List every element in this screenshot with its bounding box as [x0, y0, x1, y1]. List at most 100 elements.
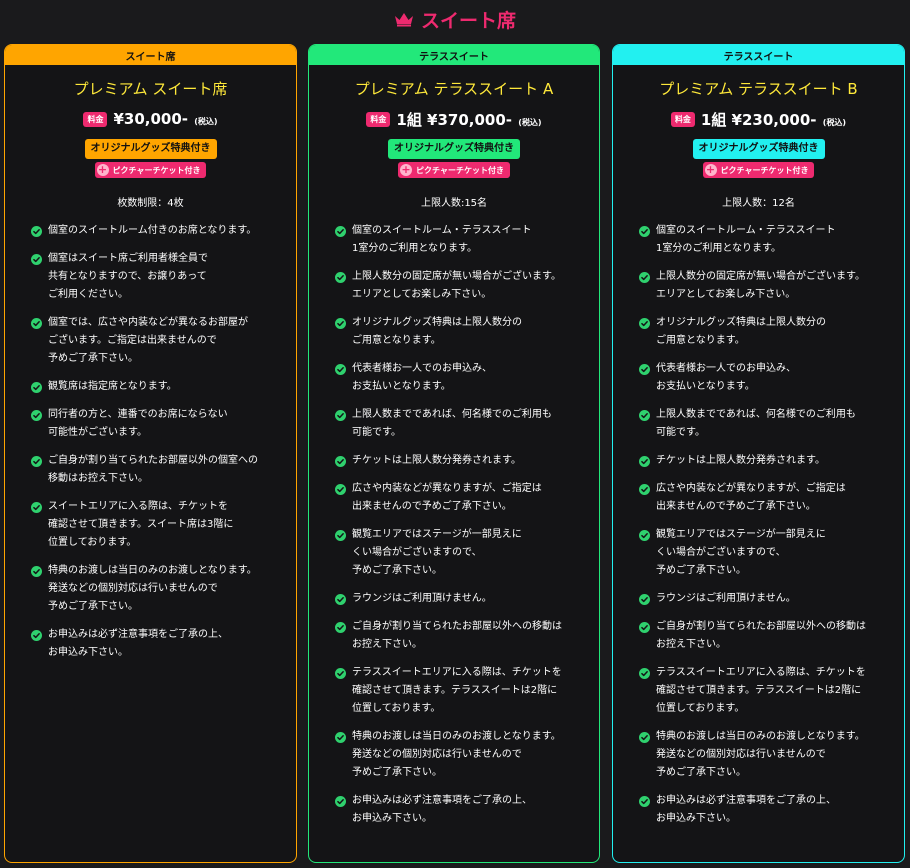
note-text: テラススイートエリアに入る際は、チケットを 確認させて頂きます。テラススイートは…: [352, 667, 562, 714]
note-item: 観覧エリアではステージが一部見えに くい場合がございますので、 予めご了承下さい…: [639, 526, 890, 580]
note-text: ラウンジはご利用頂けません。: [656, 593, 796, 604]
note-item: 代表者様お一人でのお申込み、 お支払いとなります。: [335, 360, 585, 396]
card-premium-suite: スイート席 プレミアム スイート席 料金 ¥30,000- (税込) オリジナル…: [4, 44, 297, 863]
note-item: 個室はスイート席ご利用者様全員で 共有となりますので、お譲りあって ご利用くださ…: [31, 250, 282, 304]
note-text: チケットは上限人数分発券されます。: [352, 455, 521, 466]
check-circle-icon: [31, 254, 42, 265]
note-text: 観覧エリアではステージが一部見えに くい場合がございますので、 予めご了承下さい…: [656, 529, 826, 576]
note-item: ご自身が割り当てられたお部屋以外への移動は お控え下さい。: [335, 618, 585, 654]
note-item: 特典のお渡しは当日のみのお渡しとなります。 発送などの個別対応は行いませんので …: [335, 728, 585, 782]
notes-list: 個室のスイートルーム付きのお席となります。個室はスイート席ご利用者様全員で 共有…: [19, 222, 282, 662]
note-item: 上限人数までであれば、何名様でのご利用も 可能です。: [639, 406, 890, 442]
picture-ticket-tag: + ピクチャーチケット付き: [702, 162, 815, 178]
note-text: お申込みは必ず注意事項をご了承の上、 お申込み下さい。: [352, 795, 532, 824]
note-item: 上限人数までであれば、何名様でのご利用も 可能です。: [335, 406, 585, 442]
note-item: 観覧席は指定席となります。: [31, 378, 282, 396]
check-circle-icon: [639, 364, 650, 375]
check-circle-icon: [639, 410, 650, 421]
note-item: オリジナルグッズ特典は上限人数分の ご用意となります。: [639, 314, 890, 350]
price-badge: 料金: [366, 111, 391, 127]
note-text: スイートエリアに入る際は、チケットを 確認させて頂きます。スイート席は3階に 位…: [48, 501, 234, 548]
note-item: 上限人数分の固定席が無い場合がございます。 エリアとしてお楽しみ下さい。: [335, 268, 585, 304]
note-text: 同行者の方と、連番でのお席にならない 可能性がございます。: [48, 409, 228, 438]
picture-ticket-tag: + ピクチャーチケット付き: [398, 162, 510, 178]
note-text: 上限人数までであれば、何名様でのご利用も 可能です。: [656, 409, 856, 438]
picture-ticket-tag: + ピクチャーチケット付き: [94, 162, 207, 178]
note-item: チケットは上限人数分発券されます。: [639, 452, 890, 470]
note-text: 特典のお渡しは当日のみのお渡しとなります。 発送などの個別対応は行いませんので …: [656, 731, 865, 778]
check-circle-icon: [335, 668, 346, 679]
price-amount: ¥30,000-: [113, 110, 188, 128]
note-item: テラススイートエリアに入る際は、チケットを 確認させて頂きます。テラススイートは…: [639, 664, 890, 718]
note-item: 特典のお渡しは当日のみのお渡しとなります。 発送などの個別対応は行いませんので …: [639, 728, 890, 782]
card-header: スイート席: [5, 45, 296, 65]
suite-cards: スイート席 プレミアム スイート席 料金 ¥30,000- (税込) オリジナル…: [4, 44, 906, 864]
note-text: 代表者様お一人でのお申込み、 お支払いとなります。: [656, 363, 796, 392]
check-circle-icon: [639, 732, 650, 743]
check-circle-icon: [335, 530, 346, 541]
check-circle-icon: [31, 630, 42, 641]
note-text: 個室のスイートルーム・テラススイート 1室分のご利用となります。: [352, 225, 532, 254]
price-badge: 料金: [670, 111, 695, 127]
note-item: お申込みは必ず注意事項をご了承の上、 お申込み下さい。: [335, 792, 585, 828]
note-text: ご自身が割り当てられたお部屋以外の個室への 移動はお控え下さい。: [48, 455, 258, 484]
note-text: 上限人数分の固定席が無い場合がございます。 エリアとしてお楽しみ下さい。: [656, 271, 865, 300]
note-text: ラウンジはご利用頂けません。: [352, 593, 492, 604]
page-title-text: スイート席: [420, 9, 516, 32]
note-text: テラススイートエリアに入る際は、チケットを 確認させて頂きます。テラススイートは…: [656, 667, 866, 714]
note-item: お申込みは必ず注意事項をご了承の上、 お申込み下さい。: [31, 626, 282, 662]
note-item: 特典のお渡しは当日のみのお渡しとなります。 発送などの個別対応は行いませんので …: [31, 562, 282, 616]
note-item: 同行者の方と、連番でのお席にならない 可能性がございます。: [31, 406, 282, 442]
card-body: プレミアム テラススイート A 料金 1組 ¥370,000- (税込) オリジ…: [309, 79, 599, 828]
price-amount: 1組 ¥230,000-: [700, 110, 817, 129]
check-circle-icon: [639, 622, 650, 633]
check-circle-icon: [335, 622, 346, 633]
note-item: 代表者様お一人でのお申込み、 お支払いとなります。: [639, 360, 890, 396]
price-badge: 料金: [83, 111, 108, 127]
card-header: テラススイート: [613, 45, 904, 65]
check-circle-icon: [335, 226, 346, 237]
picture-ticket-label: ピクチャーチケット付き: [416, 165, 504, 175]
check-circle-icon: [639, 226, 650, 237]
plan-name: プレミアム テラススイート A: [354, 80, 554, 98]
price-value: 1組 ¥230,000- (税込): [701, 109, 846, 130]
check-circle-icon: [31, 456, 42, 467]
capacity-limit: 上限人数:15名: [420, 198, 488, 209]
notes-list: 個室のスイートルーム・テラススイート 1室分のご利用となります。 上限人数分の固定…: [627, 222, 890, 828]
crown-icon: [394, 12, 413, 26]
page: スイート席 スイート席 プレミアム スイート席 料金 ¥30,000- (税込)…: [0, 0, 910, 868]
note-text: 個室のスイートルーム付きのお席となります。: [48, 225, 257, 236]
tax-note: (税込): [194, 117, 218, 126]
check-circle-icon: [335, 796, 346, 807]
price-amount: 1組 ¥370,000-: [396, 110, 513, 129]
plus-icon: +: [704, 163, 717, 176]
price-row: 料金 1組 ¥370,000- (税込): [323, 107, 585, 131]
check-circle-icon: [31, 382, 42, 393]
note-text: 広さや内装などが異なりますが、ご指定は 出来ませんので予めご了承下さい。: [656, 483, 846, 512]
card-terrace-suite-b: テラススイート プレミアム テラススイート B 料金 1組 ¥230,000- …: [612, 44, 905, 863]
capacity-limit: 上限人数：12名: [722, 198, 795, 209]
plan-name: プレミアム テラススイート B: [659, 80, 858, 98]
check-circle-icon: [639, 668, 650, 679]
card-header: テラススイート: [309, 45, 599, 65]
note-item: 個室では、広さや内装などが異なるお部屋が ございます。ご指定は出来ませんので 予…: [31, 314, 282, 368]
note-item: スイートエリアに入る際は、チケットを 確認させて頂きます。スイート席は3階に 位…: [31, 498, 282, 552]
note-text: オリジナルグッズ特典は上限人数分の ご用意となります。: [352, 317, 522, 346]
tax-note: (税込): [822, 117, 847, 127]
note-item: チケットは上限人数分発券されます。: [335, 452, 585, 470]
note-text: 上限人数までであれば、何名様でのご利用も 可能です。: [352, 409, 552, 438]
note-text: ご自身が割り当てられたお部屋以外への移動は お控え下さい。: [656, 621, 866, 650]
note-text: お申込みは必ず注意事項をご了承の上、 お申込み下さい。: [48, 629, 228, 658]
check-circle-icon: [335, 272, 346, 283]
note-item: 個室のスイートルーム付きのお席となります。: [31, 222, 282, 240]
note-text: 観覧席は指定席となります。: [48, 381, 177, 392]
check-circle-icon: [335, 484, 346, 495]
picture-ticket-label: ピクチャーチケット付き: [112, 165, 201, 175]
note-text: 特典のお渡しは当日のみのお渡しとなります。 発送などの個別対応は行いませんので …: [352, 731, 561, 778]
note-text: 広さや内装などが異なりますが、ご指定は 出来ませんので予めご了承下さい。: [352, 483, 542, 512]
note-text: 上限人数分の固定席が無い場合がございます。 エリアとしてお楽しみ下さい。: [352, 271, 561, 300]
check-circle-icon: [31, 410, 42, 421]
note-item: 広さや内装などが異なりますが、ご指定は 出来ませんので予めご了承下さい。: [335, 480, 585, 516]
plus-icon: +: [96, 163, 109, 176]
note-text: 個室はスイート席ご利用者様全員で 共有となりますので、お譲りあって ご利用くださ…: [48, 253, 208, 300]
